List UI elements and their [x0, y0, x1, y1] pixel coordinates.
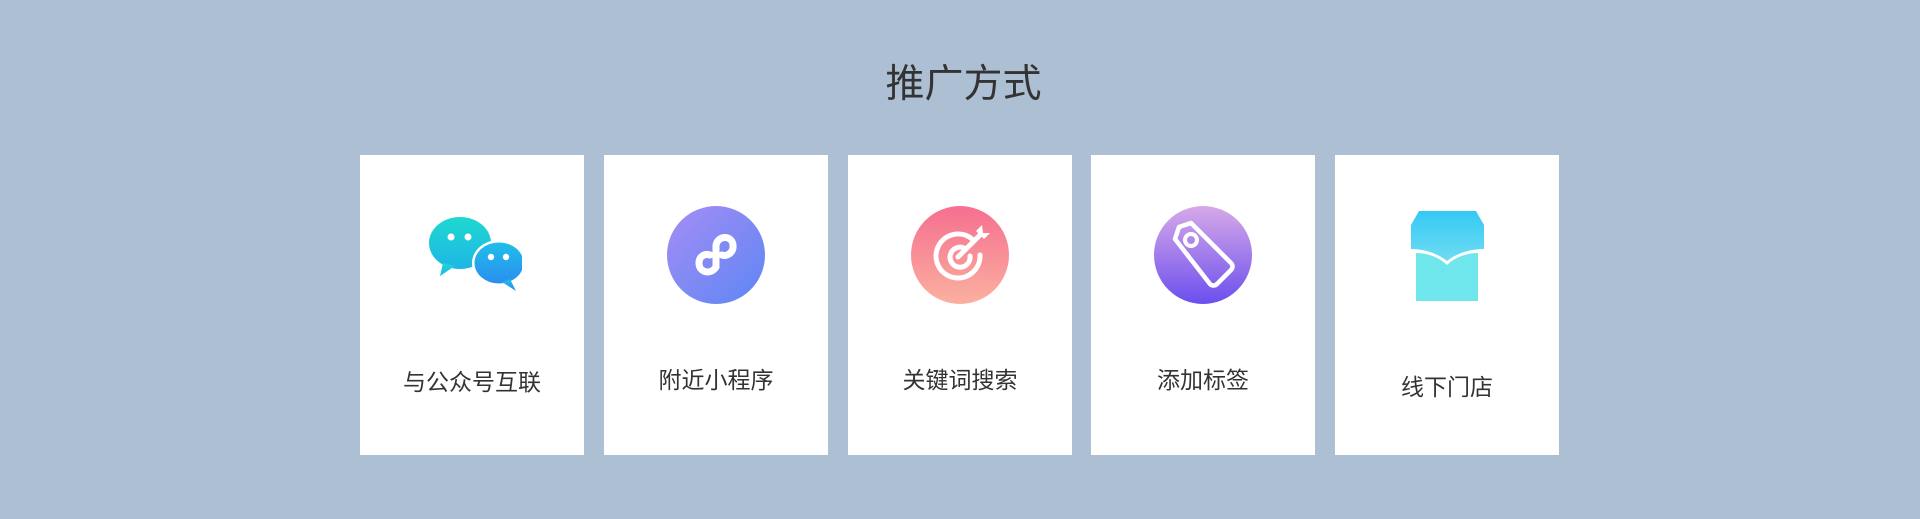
store-icon — [1411, 211, 1484, 301]
mini-program-icon — [667, 206, 765, 304]
section-title: 推广方式 — [885, 62, 1042, 107]
card-add-tags[interactable]: 添加标签 — [1091, 155, 1315, 455]
card-official-account[interactable]: 与公众号互联 — [360, 155, 584, 455]
card-label: 关键词搜索 — [902, 368, 1018, 394]
card-nearby-mini-program[interactable]: 附近小程序 — [604, 155, 828, 455]
card-label: 与公众号互联 — [403, 370, 541, 396]
card-label: 添加标签 — [1157, 368, 1249, 394]
card-keyword-search[interactable]: 关键词搜索 — [848, 155, 1072, 455]
tag-icon — [1154, 206, 1252, 304]
card-label: 线下门店 — [1401, 375, 1493, 401]
target-icon — [911, 206, 1009, 304]
card-offline-store[interactable]: 线下门店 — [1335, 155, 1559, 455]
card-label: 附近小程序 — [658, 368, 774, 394]
wechat-icon — [429, 217, 522, 291]
